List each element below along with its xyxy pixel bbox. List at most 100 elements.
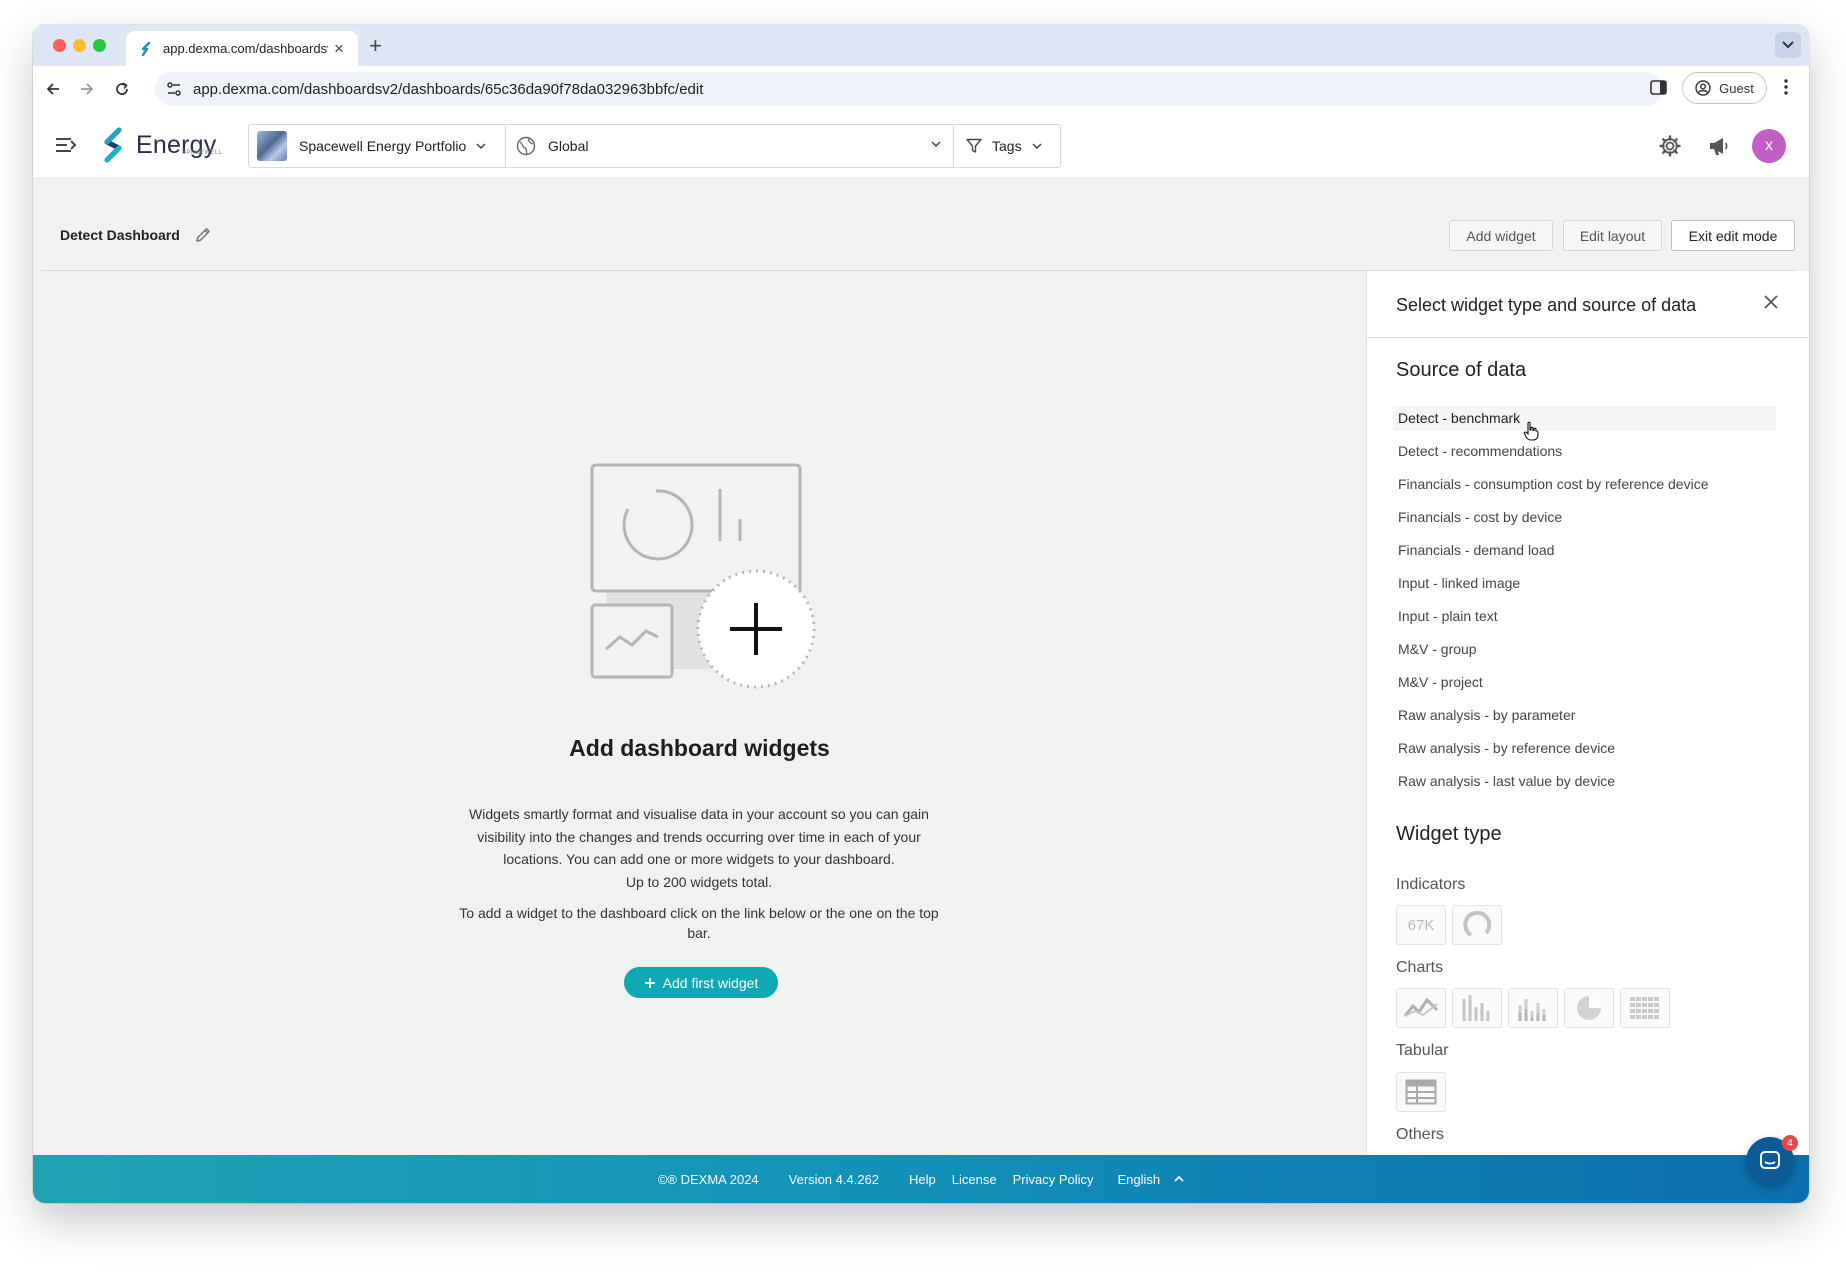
pie-chart-widget-tile[interactable] [1564, 988, 1614, 1028]
gear-icon[interactable] [1659, 135, 1681, 157]
source-list: Detect - benchmark Detect - recommendati… [1393, 406, 1776, 802]
reload-button[interactable] [111, 78, 133, 100]
add-widget-button[interactable]: Add widget [1449, 220, 1553, 251]
gauge-icon [1463, 910, 1492, 937]
heatmap-icon [1630, 997, 1659, 1019]
language-selector[interactable]: English [1110, 1172, 1185, 1187]
profile-button[interactable]: Guest [1682, 72, 1767, 104]
add-first-widget-button[interactable]: Add first widget [624, 967, 778, 998]
table-icon [1405, 1079, 1437, 1105]
spacewell-logo-icon [104, 127, 122, 163]
dashboard-title: Detect Dashboard [60, 227, 180, 243]
stacked-bar-chart-icon [1518, 999, 1546, 1021]
kpi-widget-tile[interactable]: 67K [1396, 905, 1446, 945]
indicators-row: 67K [1396, 905, 1502, 945]
panel-header: Select widget type and source of data [1367, 271, 1809, 338]
footer-license-link[interactable]: License [952, 1172, 997, 1187]
profile-label: Guest [1719, 80, 1754, 96]
avatar[interactable]: x [1752, 129, 1786, 163]
source-of-data-heading: Source of data [1396, 359, 1527, 381]
energy-logo[interactable]: Energy [97, 127, 216, 163]
chat-icon [1760, 1151, 1780, 1169]
forward-button[interactable] [76, 78, 98, 100]
tags-label: Tags [992, 138, 1022, 154]
line-chart-icon [1403, 997, 1439, 1017]
megaphone-icon[interactable] [1708, 135, 1730, 157]
address-bar[interactable]: app.dexma.com/dashboardsv2/dashboards/65… [155, 72, 1663, 106]
minimize-window-button[interactable] [73, 39, 86, 52]
browser-tab[interactable]: app.dexma.com/dashboardsv2/d × [126, 31, 358, 66]
plus-icon [644, 977, 655, 988]
charts-label: Charts [1396, 959, 1444, 976]
location-name: Global [548, 138, 589, 154]
context-selector: Spacewell Energy Portfolio Global Tags [248, 124, 1061, 168]
source-item[interactable]: Detect - recommendations [1393, 439, 1776, 464]
pencil-icon[interactable] [194, 226, 212, 244]
tab-strip: app.dexma.com/dashboardsv2/d × + [33, 25, 1809, 66]
dashboard-title-bar: Detect Dashboard Add widget Edit layout … [33, 177, 1809, 271]
source-item[interactable]: Raw analysis - by parameter [1393, 703, 1776, 728]
widgets-illustration-icon [590, 463, 816, 689]
gauge-widget-tile[interactable] [1452, 905, 1502, 945]
close-window-button[interactable] [53, 39, 66, 52]
empty-state-hint: To add a widget to the dashboard click o… [459, 905, 939, 941]
filter-icon [966, 138, 982, 153]
tab-search-button[interactable] [1775, 32, 1801, 58]
source-item[interactable]: Input - linked image [1393, 571, 1776, 596]
charts-row [1396, 988, 1670, 1028]
source-item[interactable]: Input - plain text [1393, 604, 1776, 629]
reload-icon [116, 82, 128, 95]
tabular-row [1396, 1072, 1446, 1112]
table-widget-tile[interactable] [1396, 1072, 1446, 1112]
chevron-down-icon [931, 141, 941, 147]
hand-cursor-icon [1523, 421, 1539, 441]
footer-version: Version 4.4.262 [788, 1171, 880, 1187]
back-button[interactable] [42, 78, 64, 100]
more-vertical-icon[interactable] [1783, 78, 1789, 96]
side-panel-icon[interactable] [1650, 80, 1668, 96]
new-tab-icon[interactable]: + [369, 33, 382, 59]
close-icon[interactable] [1762, 293, 1780, 311]
language-label: English [1117, 1171, 1161, 1187]
widget-type-heading: Widget type [1396, 823, 1502, 845]
source-item[interactable]: Detect - benchmark [1393, 406, 1776, 431]
line-chart-widget-tile[interactable] [1396, 988, 1446, 1028]
widget-selection-panel: Select widget type and source of data So… [1366, 271, 1809, 1179]
indicators-label: Indicators [1396, 876, 1466, 893]
source-item[interactable]: M&V - group [1393, 637, 1776, 662]
footer-privacy-link[interactable]: Privacy Policy [1013, 1172, 1094, 1187]
portfolio-selector[interactable]: Spacewell Energy Portfolio [249, 125, 506, 167]
url-text: app.dexma.com/dashboardsv2/dashboards/65… [193, 80, 704, 98]
chevron-up-icon [1174, 1176, 1184, 1182]
footer-help-link[interactable]: Help [909, 1172, 936, 1187]
source-item[interactable]: Raw analysis - by reference device [1393, 736, 1776, 761]
browser-window: app.dexma.com/dashboardsv2/d × + app.dex… [33, 25, 1809, 1203]
source-item[interactable]: Financials - demand load [1393, 538, 1776, 563]
empty-state-title: Add dashboard widgets [569, 735, 830, 761]
menu-expand-icon[interactable] [55, 136, 77, 154]
maximize-window-button[interactable] [93, 39, 106, 52]
bar-chart-widget-tile[interactable] [1452, 988, 1502, 1028]
tags-filter[interactable]: Tags [954, 125, 1060, 167]
tab-close-icon[interactable]: × [334, 39, 344, 59]
exit-edit-mode-button[interactable]: Exit edit mode [1671, 220, 1795, 251]
footer-copyright: ©® DEXMA 2024 [657, 1171, 759, 1187]
chevron-down-icon [1782, 41, 1794, 49]
source-item[interactable]: Raw analysis - last value by device [1393, 769, 1776, 794]
tab-title: app.dexma.com/dashboardsv2/d [163, 41, 328, 56]
source-item[interactable]: Financials - cost by device [1393, 505, 1776, 530]
empty-state-limit: Up to 200 widgets total. [625, 873, 773, 890]
tabular-label: Tabular [1396, 1042, 1449, 1059]
site-settings-icon[interactable] [165, 80, 183, 98]
edit-layout-button[interactable]: Edit layout [1563, 220, 1662, 251]
add-first-widget-label: Add first widget [662, 974, 759, 991]
stacked-bar-chart-widget-tile[interactable] [1508, 988, 1558, 1028]
panel-title: Select widget type and source of data [1396, 295, 1697, 315]
dexma-favicon-icon [141, 41, 151, 56]
source-item[interactable]: M&V - project [1393, 670, 1776, 695]
source-item[interactable]: Financials - consumption cost by referen… [1393, 472, 1776, 497]
heatmap-widget-tile[interactable] [1620, 988, 1670, 1028]
pie-chart-icon [1577, 996, 1601, 1020]
location-selector[interactable]: Global [506, 125, 954, 167]
empty-state-description-text: Widgets smartly format and visualise dat… [469, 806, 929, 867]
